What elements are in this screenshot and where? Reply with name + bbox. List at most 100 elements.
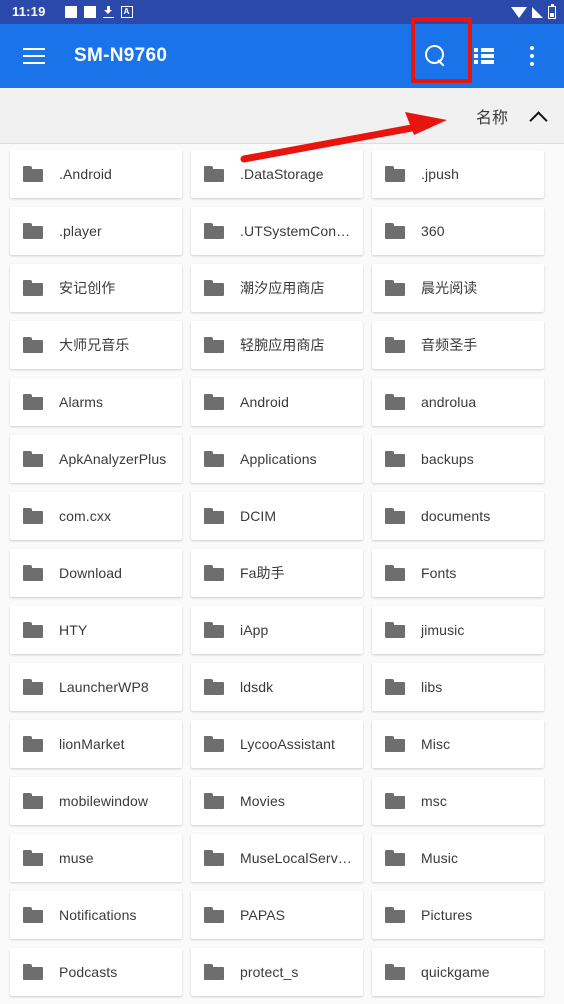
folder-card[interactable]: Download (10, 549, 182, 597)
folder-card[interactable]: Fonts (372, 549, 544, 597)
folder-card[interactable]: lionMarket (10, 720, 182, 768)
folder-name: 晨光阅读 (421, 280, 478, 296)
folder-name: PAPAS (240, 907, 286, 923)
folder-icon (204, 337, 224, 353)
folder-card[interactable]: .DataStorage (191, 150, 363, 198)
folder-name: .DataStorage (240, 166, 324, 182)
folder-card[interactable]: androlua (372, 378, 544, 426)
folder-icon (23, 679, 43, 695)
folder-icon (204, 679, 224, 695)
notification-square-icon (64, 6, 77, 18)
view-list-icon (474, 48, 494, 64)
folder-icon (385, 166, 405, 182)
folder-name: Download (59, 565, 123, 581)
folder-card[interactable]: com.cxx (10, 492, 182, 540)
folder-card[interactable]: Music (372, 834, 544, 882)
folder-icon (204, 907, 224, 923)
overflow-menu-icon (530, 46, 534, 66)
folder-card[interactable]: .jpush (372, 150, 544, 198)
notification-square-icon (83, 6, 96, 18)
folder-card[interactable]: Pictures (372, 891, 544, 939)
folder-icon (204, 736, 224, 752)
folder-icon (23, 964, 43, 980)
folder-card[interactable]: muse (10, 834, 182, 882)
search-button[interactable] (412, 32, 460, 80)
folder-icon (23, 565, 43, 581)
folder-name: Applications (240, 451, 317, 467)
folder-card[interactable]: ApkAnalyzerPlus (10, 435, 182, 483)
folder-icon (204, 451, 224, 467)
overflow-menu-button[interactable] (508, 32, 556, 80)
folder-name: Alarms (59, 394, 104, 410)
folder-icon (385, 793, 405, 809)
sort-bar[interactable]: 名称 (0, 88, 564, 144)
folder-card[interactable]: Misc (372, 720, 544, 768)
folder-icon (385, 622, 405, 638)
chevron-up-icon[interactable] (530, 108, 546, 124)
folder-name: com.cxx (59, 508, 112, 524)
folder-name: .player (59, 223, 102, 239)
folder-card[interactable]: Applications (191, 435, 363, 483)
folder-card[interactable]: ldsdk (191, 663, 363, 711)
folder-name: ldsdk (240, 679, 274, 695)
folder-icon (23, 166, 43, 182)
folder-card[interactable]: DCIM (191, 492, 363, 540)
folder-card[interactable]: quickgame (372, 948, 544, 996)
folder-name: 大师兄音乐 (59, 337, 130, 353)
folder-card[interactable]: 360 (372, 207, 544, 255)
cellular-signal-icon (532, 6, 543, 18)
folder-card[interactable]: Movies (191, 777, 363, 825)
folder-name: ApkAnalyzerPlus (59, 451, 167, 467)
folder-card[interactable]: 潮汐应用商店 (191, 264, 363, 312)
folder-card[interactable]: msc (372, 777, 544, 825)
folder-name: 轻腕应用商店 (240, 337, 325, 353)
folder-card[interactable]: 音频圣手 (372, 321, 544, 369)
status-clock: 11:19 (12, 4, 46, 19)
folder-card[interactable]: 轻腕应用商店 (191, 321, 363, 369)
folder-card[interactable]: documents (372, 492, 544, 540)
folder-card[interactable]: PAPAS (191, 891, 363, 939)
hamburger-menu-icon[interactable] (10, 32, 58, 80)
folder-card[interactable]: Alarms (10, 378, 182, 426)
folder-card[interactable]: iApp (191, 606, 363, 654)
folder-icon (23, 337, 43, 353)
folder-card[interactable]: .Android (10, 150, 182, 198)
folder-name: Android (240, 394, 289, 410)
folder-grid: .Android .DataStorage .jpush .player .UTSyst… (0, 144, 564, 996)
folder-name: Notifications (59, 907, 137, 923)
view-mode-button[interactable] (460, 32, 508, 80)
folder-name: msc (421, 793, 447, 809)
folder-card[interactable]: LycooAssistant (191, 720, 363, 768)
folder-card[interactable]: .UTSystemCon… (191, 207, 363, 255)
folder-card[interactable]: LauncherWP8 (10, 663, 182, 711)
folder-name: libs (421, 679, 443, 695)
folder-card[interactable]: Android (191, 378, 363, 426)
folder-icon (385, 394, 405, 410)
folder-card[interactable]: libs (372, 663, 544, 711)
folder-card[interactable]: Podcasts (10, 948, 182, 996)
folder-name: 360 (421, 223, 445, 239)
folder-name: 潮汐应用商店 (240, 280, 325, 296)
wifi-icon (511, 6, 527, 18)
app-bar: SM-N9760 (0, 24, 564, 88)
folder-card[interactable]: 安记创作 (10, 264, 182, 312)
folder-icon (23, 451, 43, 467)
folder-icon (23, 736, 43, 752)
folder-icon (204, 850, 224, 866)
folder-icon (385, 964, 405, 980)
folder-icon (385, 907, 405, 923)
folder-card[interactable]: protect_s (191, 948, 363, 996)
status-bar-left: 11:19 A (8, 0, 133, 24)
folder-card[interactable]: HTY (10, 606, 182, 654)
folder-name: iApp (240, 622, 269, 638)
folder-card[interactable]: jimusic (372, 606, 544, 654)
folder-card[interactable]: .player (10, 207, 182, 255)
folder-card[interactable]: 晨光阅读 (372, 264, 544, 312)
folder-card[interactable]: backups (372, 435, 544, 483)
download-icon (102, 6, 114, 18)
folder-card[interactable]: 大师兄音乐 (10, 321, 182, 369)
folder-card[interactable]: mobilewindow (10, 777, 182, 825)
folder-card[interactable]: Notifications (10, 891, 182, 939)
folder-card[interactable]: MuseLocalServ… (191, 834, 363, 882)
folder-card[interactable]: Fa助手 (191, 549, 363, 597)
